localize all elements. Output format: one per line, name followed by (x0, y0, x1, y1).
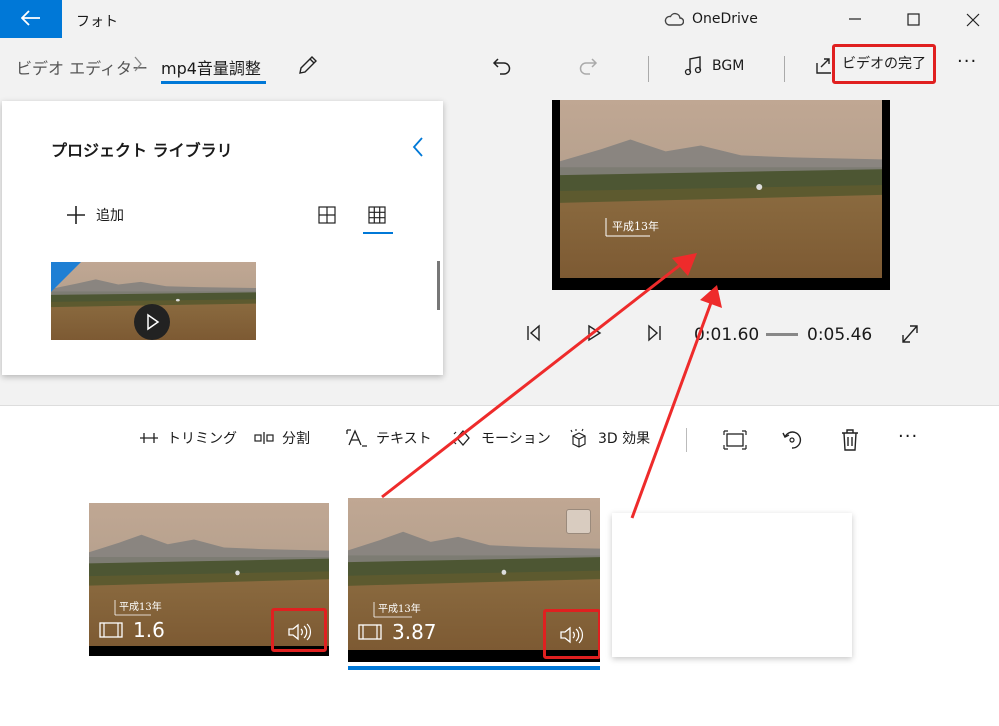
clip-duration-value: 1.6 (133, 618, 165, 642)
bgm-label: BGM (712, 58, 745, 74)
rotate-icon[interactable] (781, 429, 803, 451)
play-button[interactable] (134, 304, 170, 340)
library-clip-thumbnail[interactable] (51, 262, 256, 340)
clip-duration: 3.87 (358, 620, 437, 644)
3d-effects-icon (570, 428, 586, 448)
add-media-button[interactable]: 追加 (66, 205, 124, 225)
library-title: プロジェクト ライブラリ (51, 141, 233, 160)
3d-effects-button[interactable]: 3D 効果 (568, 428, 650, 448)
collapse-panel-icon[interactable] (411, 136, 425, 158)
tool-label: トリミング (167, 431, 237, 447)
minimize-button[interactable] (832, 0, 878, 38)
film-icon (358, 624, 382, 640)
speaker-icon (288, 623, 311, 641)
clip-volume-button[interactable] (271, 608, 327, 652)
play-icon (147, 313, 160, 331)
close-icon (966, 13, 980, 27)
project-library-panel: プロジェクト ライブラリ 追加 (2, 101, 443, 375)
redo-icon[interactable] (577, 55, 599, 77)
tool-label: 3D 効果 (598, 431, 651, 447)
dense-grid-view-icon[interactable] (368, 206, 386, 224)
toolbar-separator (784, 56, 785, 82)
plus-icon (67, 206, 85, 224)
project-name: mp4音量調整 (161, 59, 261, 78)
selected-clip-indicator (348, 666, 600, 670)
maximize-icon (907, 13, 920, 26)
storyboard-clip-2[interactable]: 平成13年 3.87 (348, 498, 600, 662)
undo-icon[interactable] (491, 55, 513, 77)
bgm-button[interactable]: BGM (684, 56, 744, 76)
tool-label: テキスト (376, 431, 432, 447)
added-corner-marker (51, 262, 81, 292)
text-icon (346, 429, 367, 447)
back-arrow-icon (21, 10, 40, 26)
more-options-icon[interactable]: ··· (898, 426, 918, 447)
storyboard-clip-1[interactable]: 平成13年 1.6 (89, 503, 329, 656)
onedrive-status[interactable]: OneDrive (664, 11, 758, 27)
text-button[interactable]: テキスト (346, 428, 432, 448)
tool-label: 分割 (282, 431, 310, 447)
storyboard-separator (686, 428, 687, 452)
minimize-icon (849, 18, 861, 20)
previous-frame-icon[interactable] (525, 322, 543, 344)
preview-overlay-text: 平成13年 (612, 219, 659, 233)
video-preview: 平成13年 (552, 100, 890, 290)
motion-icon (453, 430, 470, 446)
command-bar: ビデオ エディター mp4音量調整 BGM ビデオの完了 ··· (0, 38, 999, 100)
split-icon (254, 432, 274, 444)
clip-duration-value: 3.87 (392, 620, 437, 644)
close-button[interactable] (950, 0, 996, 38)
app-title: フォト (76, 14, 118, 30)
clip-duration: 1.6 (99, 618, 165, 642)
clip-volume-button[interactable] (543, 609, 600, 659)
toolbar-separator (648, 56, 649, 82)
resize-icon[interactable] (723, 430, 747, 450)
view-selected-indicator (363, 232, 393, 234)
next-frame-icon[interactable] (645, 322, 663, 344)
music-note-icon (684, 56, 702, 76)
pencil-icon[interactable] (297, 54, 319, 76)
trim-button[interactable]: トリミング (139, 428, 237, 448)
clip-caption: 平成13年 (119, 600, 162, 613)
title-bar: フォト OneDrive (0, 0, 999, 38)
more-options-icon[interactable]: ··· (957, 51, 977, 72)
maximize-button[interactable] (891, 0, 937, 38)
film-icon (99, 622, 123, 638)
clip-caption: 平成13年 (378, 602, 421, 615)
library-scrollbar[interactable] (437, 261, 440, 310)
motion-button[interactable]: モーション (453, 428, 551, 448)
seek-bar[interactable] (766, 333, 798, 336)
play-pause-icon[interactable] (586, 322, 604, 344)
project-name-underline (161, 81, 266, 84)
breadcrumb-video-editor[interactable]: ビデオ エディター (16, 55, 148, 79)
finish-video-button[interactable]: ビデオの完了 (832, 44, 936, 84)
total-time: 0:05.46 (807, 325, 873, 345)
speaker-icon (560, 626, 583, 644)
cloud-icon (664, 12, 684, 26)
grid-view-icon[interactable] (318, 206, 336, 224)
onedrive-label: OneDrive (692, 11, 758, 27)
expand-icon[interactable] (900, 323, 920, 345)
trash-icon[interactable] (840, 428, 860, 452)
empty-storyboard-slot[interactable] (612, 513, 852, 657)
trim-icon (140, 433, 158, 443)
clip-select-checkbox[interactable] (566, 509, 591, 534)
tool-label: モーション (481, 431, 551, 447)
back-button[interactable] (0, 0, 62, 38)
add-label: 追加 (96, 208, 124, 224)
current-time: 0:01.60 (690, 325, 760, 345)
chevron-right-icon (134, 56, 142, 72)
preview-frame: 平成13年 (560, 100, 882, 278)
split-button[interactable]: 分割 (254, 428, 310, 448)
export-icon (816, 58, 831, 74)
